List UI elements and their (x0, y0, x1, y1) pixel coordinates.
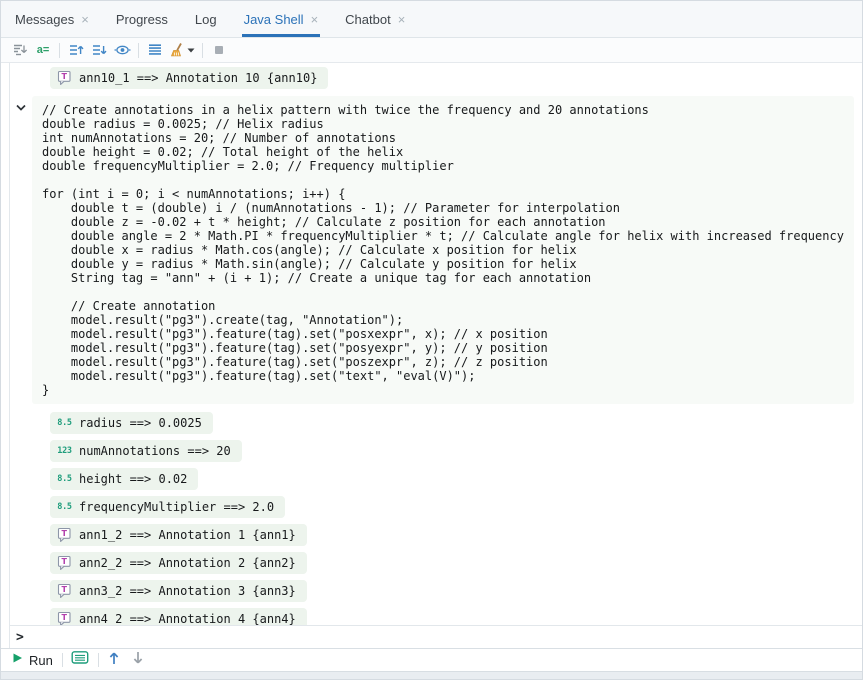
command-window-button[interactable] (71, 650, 89, 670)
result-text: ann10_1 ==> Annotation 10 {ann10} (79, 70, 317, 86)
result-row: 8.5 radius ==> 0.0025 (50, 412, 862, 434)
list-button[interactable] (145, 40, 165, 60)
result-row: Tann3_2 ==> Annotation 3 {ann3} (50, 580, 862, 602)
show-values-icon: a= (37, 44, 50, 56)
tab-progress[interactable]: Progress (116, 1, 168, 37)
eye-icon (114, 42, 131, 58)
history-next-button[interactable] (131, 650, 145, 671)
result-chip: 8.5 height ==> 0.02 (50, 468, 198, 490)
broom-button[interactable] (168, 40, 196, 60)
close-icon[interactable]: × (311, 13, 319, 26)
prompt-symbol: > (16, 630, 24, 645)
double-type-icon: 8.5 (56, 415, 73, 431)
divider (98, 653, 99, 667)
code-block: // Create annotations in a helix pattern… (32, 96, 854, 404)
history-previous-button[interactable] (107, 650, 121, 671)
divider (59, 43, 60, 58)
divider (62, 653, 63, 667)
arrow-up-icon (107, 650, 121, 671)
result-text: frequencyMultiplier ==> 2.0 (79, 499, 274, 515)
result-row: 123 numAnnotations ==> 20 (50, 440, 862, 462)
tab-bar: Messages × Progress Log Java Shell × Chatbot × (1, 1, 862, 38)
svg-text:T: T (61, 585, 67, 594)
annotation-icon: T (56, 70, 73, 86)
tab-chatbot[interactable]: Chatbot × (345, 1, 405, 37)
double-type-icon: 8.5 (56, 471, 73, 487)
result-chip: Tann10_1 ==> Annotation 10 {ann10} (50, 67, 328, 89)
shell-prompt-input[interactable]: > (10, 625, 862, 648)
result-row: 8.5 height ==> 0.02 (50, 468, 862, 490)
result-chip: Tann1_2 ==> Annotation 1 {ann1} (50, 524, 307, 546)
result-text: ann2_2 ==> Annotation 2 {ann2} (79, 555, 296, 571)
show-values-button[interactable]: a= (33, 40, 53, 60)
tab-label: Messages (15, 12, 74, 27)
window-footer-strip (1, 671, 862, 679)
stop-button (209, 40, 229, 60)
annotation-icon: T (56, 527, 73, 543)
result-chip: 8.5 frequencyMultiplier ==> 2.0 (50, 496, 285, 518)
broom-icon (169, 42, 185, 58)
chevron-down-icon[interactable] (187, 48, 195, 53)
eye-button[interactable] (112, 40, 132, 60)
divider (138, 43, 139, 58)
result-text: height ==> 0.02 (79, 471, 187, 487)
keyboard-icon (71, 650, 89, 670)
code-text: // Create annotations in a helix pattern… (42, 103, 844, 397)
result-row: 8.5 frequencyMultiplier ==> 2.0 (50, 496, 862, 518)
tab-label: Progress (116, 12, 168, 27)
result-text: ann3_2 ==> Annotation 3 {ann3} (79, 583, 296, 599)
result-text: numAnnotations ==> 20 (79, 443, 231, 459)
list-icon (147, 42, 163, 58)
result-chip: 123 numAnnotations ==> 20 (50, 440, 242, 462)
annotation-icon: T (56, 555, 73, 571)
double-type-icon: 8.5 (56, 499, 73, 515)
int-type-icon: 123 (56, 443, 73, 459)
shell-output-area: Tann10_1 ==> Annotation 10 {ann10} // Cre… (10, 63, 862, 625)
tab-log[interactable]: Log (195, 1, 217, 37)
shell-content: Tann10_1 ==> Annotation 10 {ann10} // Cre… (9, 63, 862, 648)
play-icon (11, 651, 23, 669)
tab-label: Chatbot (345, 12, 391, 27)
close-icon[interactable]: × (81, 13, 89, 26)
run-button-label: Run (29, 653, 53, 668)
svg-text:T: T (61, 613, 67, 622)
svg-text:T: T (61, 529, 67, 538)
result-chip: Tann2_2 ==> Annotation 2 {ann2} (50, 552, 307, 574)
collapse-chevron-icon[interactable] (15, 100, 27, 118)
svg-text:T: T (61, 72, 67, 81)
tab-java-shell[interactable]: Java Shell × (244, 1, 319, 37)
arrow-down-icon (131, 650, 145, 671)
move-up-icon (68, 42, 84, 58)
result-text: ann4_2 ==> Annotation 4 {ann4} (79, 611, 296, 625)
result-chip: Tann4_2 ==> Annotation 4 {ann4} (50, 608, 307, 625)
move-down-icon (91, 42, 107, 58)
code-entry: // Create annotations in a helix pattern… (32, 96, 862, 404)
tab-label: Java Shell (244, 12, 304, 27)
result-row: Tann2_2 ==> Annotation 2 {ann2} (50, 552, 862, 574)
result-chip: Tann3_2 ==> Annotation 3 {ann3} (50, 580, 307, 602)
annotation-icon: T (56, 611, 73, 625)
result-chip: 8.5 radius ==> 0.0025 (50, 412, 213, 434)
result-row: Tann4_2 ==> Annotation 4 {ann4} (50, 608, 862, 625)
move-up-button[interactable] (66, 40, 86, 60)
tab-label: Log (195, 12, 217, 27)
result-row: Tann10_1 ==> Annotation 10 {ann10} (50, 67, 862, 89)
move-down-button[interactable] (89, 40, 109, 60)
export-icon (12, 42, 28, 58)
stop-icon (211, 42, 227, 58)
annotation-icon: T (56, 583, 73, 599)
result-text: radius ==> 0.0025 (79, 415, 202, 431)
run-button[interactable]: Run (11, 651, 53, 669)
shell-toolbar: a= (1, 38, 862, 63)
java-shell-window: Messages×ProgressLogJava Shell×Chatbot× … (0, 0, 863, 680)
result-text: ann1_2 ==> Annotation 1 {ann1} (79, 527, 296, 543)
export-button[interactable] (10, 40, 30, 60)
result-row: Tann1_2 ==> Annotation 1 {ann1} (50, 524, 862, 546)
divider (202, 43, 203, 58)
run-bar: Run (1, 648, 862, 671)
close-icon[interactable]: × (398, 13, 406, 26)
tab-messages[interactable]: Messages × (15, 1, 89, 37)
svg-text:T: T (61, 557, 67, 566)
